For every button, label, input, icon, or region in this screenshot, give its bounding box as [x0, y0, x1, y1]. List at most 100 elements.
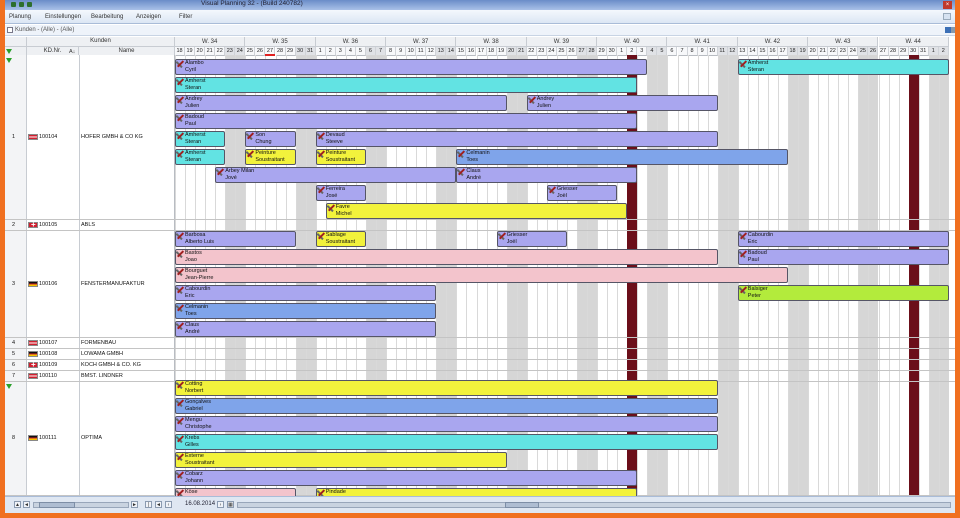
- quick-access-toolbar[interactable]: [11, 2, 51, 8]
- day-header[interactable]: 3: [335, 47, 346, 56]
- day-header[interactable]: 19: [185, 47, 196, 56]
- assignment-bar[interactable]: Ferreira José: [315, 185, 366, 201]
- tab-planung[interactable]: Planung: [9, 14, 31, 20]
- day-header[interactable]: 21: [818, 47, 829, 56]
- day-header[interactable]: 5: [355, 47, 366, 56]
- day-header[interactable]: 2: [325, 47, 336, 56]
- day-header[interactable]: 1: [315, 47, 326, 56]
- day-header[interactable]: 26: [566, 47, 577, 56]
- redo-icon[interactable]: [27, 2, 32, 7]
- assignment-bar[interactable]: Gonçalves Gabriel: [175, 398, 718, 414]
- assignment-bar[interactable]: Devaud Steeve: [315, 131, 718, 147]
- timeline-scroll-thumb[interactable]: [505, 502, 539, 508]
- close-button[interactable]: ×: [943, 1, 952, 9]
- planning-grid[interactable]: Kunden KD.Nr. Name A↓ W. 34 18 19 20 21 22 23 24 W. …: [5, 37, 955, 504]
- day-header[interactable]: 8: [687, 47, 698, 56]
- day-header[interactable]: 24: [546, 47, 557, 56]
- assignment-bar[interactable]: Balsiger Peter: [737, 285, 949, 301]
- assignment-bar[interactable]: Son Chung: [245, 131, 296, 147]
- day-header[interactable]: 12: [426, 47, 437, 56]
- assignment-bar[interactable]: Andrey Julien: [526, 95, 718, 111]
- scroll-left-button[interactable]: ◄: [23, 501, 30, 508]
- day-header[interactable]: 8: [386, 47, 397, 56]
- ribbon-minimize-button[interactable]: [943, 13, 951, 20]
- assignment-bar[interactable]: Andrey Julien: [175, 95, 507, 111]
- assignment-bar[interactable]: Celmanin Toes: [456, 149, 789, 165]
- day-header[interactable]: 20: [808, 47, 819, 56]
- day-header[interactable]: 17: [476, 47, 487, 56]
- day-header[interactable]: 18: [175, 47, 186, 56]
- day-header[interactable]: 10: [707, 47, 718, 56]
- day-header[interactable]: 22: [526, 47, 537, 56]
- day-header[interactable]: 11: [416, 47, 427, 56]
- customer-name[interactable]: FENSTERMANUFAKTUR: [81, 280, 145, 288]
- scroll-right-button[interactable]: ►: [131, 501, 138, 508]
- day-header[interactable]: 9: [396, 47, 407, 56]
- assignment-bar[interactable]: Barbosa Alberto Luis: [175, 231, 296, 247]
- assignment-bar[interactable]: Bourguet Jean-Pierre: [175, 267, 789, 283]
- assignment-bar[interactable]: Claus André: [456, 167, 638, 183]
- day-header[interactable]: 16: [767, 47, 778, 56]
- day-header[interactable]: 1: [617, 47, 628, 56]
- day-header[interactable]: 6: [667, 47, 678, 56]
- customer-name[interactable]: LOWAMA GMBH: [81, 350, 123, 358]
- assignment-bar[interactable]: Krebs Gilles: [175, 434, 718, 450]
- assignment-bar[interactable]: Sablage Soustraitant: [315, 231, 366, 247]
- assignment-bar[interactable]: Griesser Joël: [496, 231, 567, 247]
- tab-anzeigen[interactable]: Anzeigen: [136, 14, 161, 20]
- goto-next-button[interactable]: ›: [217, 501, 224, 508]
- day-header[interactable]: 9: [697, 47, 708, 56]
- filter-checkbox[interactable]: [7, 27, 13, 33]
- day-header[interactable]: 16: [466, 47, 477, 56]
- assignment-bar[interactable]: Badoud Paul: [175, 113, 638, 129]
- day-header[interactable]: 18: [486, 47, 497, 56]
- day-header[interactable]: 27: [878, 47, 889, 56]
- assignment-bar[interactable]: Amherst Steran: [175, 77, 638, 93]
- assignment-bar[interactable]: Cabourdin Eric: [737, 231, 949, 247]
- day-header[interactable]: 23: [536, 47, 547, 56]
- page-prev-button[interactable]: |: [145, 501, 152, 508]
- day-header[interactable]: 25: [245, 47, 256, 56]
- assignment-bar[interactable]: Amherst Steran: [737, 59, 949, 75]
- day-header[interactable]: 21: [205, 47, 216, 56]
- assignment-bar[interactable]: Externe Soustraitant: [175, 452, 507, 468]
- assignment-bar[interactable]: Favre Michel: [325, 203, 628, 219]
- goto-first-button[interactable]: ◄: [155, 501, 162, 508]
- assignment-bar[interactable]: Cobarz Johann: [175, 470, 638, 486]
- left-scroll-thumb[interactable]: [39, 502, 75, 508]
- customer-name[interactable]: ABLS: [81, 221, 95, 229]
- assignment-bar[interactable]: Celmanin Toes: [175, 303, 437, 319]
- assignment-bar[interactable]: Peinture Soustraitant: [315, 149, 366, 165]
- day-header[interactable]: 23: [838, 47, 849, 56]
- day-header[interactable]: 13: [737, 47, 748, 56]
- day-header[interactable]: 19: [496, 47, 507, 56]
- day-header[interactable]: 20: [195, 47, 206, 56]
- day-header[interactable]: 22: [828, 47, 839, 56]
- day-header[interactable]: 17: [778, 47, 789, 56]
- goto-prev-button[interactable]: ‹: [165, 501, 172, 508]
- assignment-bar[interactable]: Mengu Christophe: [175, 416, 718, 432]
- customer-name[interactable]: OPTIMA: [81, 434, 102, 442]
- undo-icon[interactable]: [19, 2, 24, 7]
- customer-name[interactable]: KOCH GMBH & CO. KG: [81, 361, 141, 369]
- assignment-bar[interactable]: Peinture Soustraitant: [245, 149, 296, 165]
- assignment-bar[interactable]: Bastos Joao: [175, 249, 718, 265]
- calendar-icon[interactable]: ▦: [227, 501, 234, 508]
- day-header[interactable]: 30: [607, 47, 618, 56]
- day-header[interactable]: 10: [406, 47, 417, 56]
- assignment-bar[interactable]: Claus André: [175, 321, 437, 337]
- customer-name[interactable]: FORMENBAU: [81, 339, 116, 347]
- day-header[interactable]: 15: [456, 47, 467, 56]
- day-header[interactable]: 4: [345, 47, 356, 56]
- assignment-bar[interactable]: Alambo Cyril: [175, 59, 648, 75]
- day-header[interactable]: 29: [285, 47, 296, 56]
- tab-filter[interactable]: Filter: [179, 14, 192, 20]
- add-row-button[interactable]: ▲: [14, 501, 21, 508]
- pin-icon[interactable]: [951, 27, 955, 33]
- expand-icon[interactable]: [6, 384, 12, 389]
- tab-bearbeitung[interactable]: Bearbeitung: [91, 14, 123, 20]
- customer-name[interactable]: BMST. LINDNER: [81, 372, 123, 380]
- assignment-bar[interactable]: Amherst Steran: [175, 131, 226, 147]
- day-header[interactable]: 28: [275, 47, 286, 56]
- expand-icon[interactable]: [6, 58, 12, 63]
